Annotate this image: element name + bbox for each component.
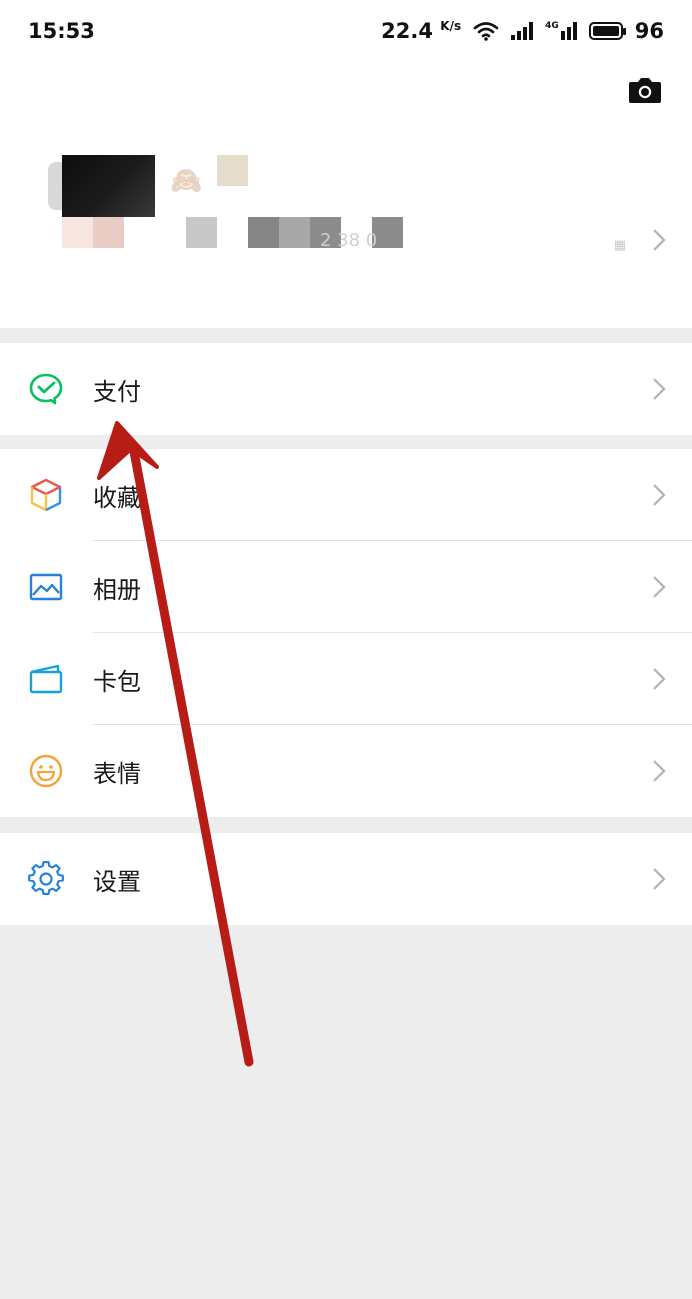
battery-icon [588,22,626,40]
emoji-icon [29,754,63,788]
status-time: 15:53 [28,19,95,43]
region-blur [62,217,93,248]
menu-item-album[interactable]: 相册 [0,541,692,633]
menu-item-card-wallet[interactable]: 卡包 [0,633,692,725]
network-speed: 22.4 K/s [381,19,462,43]
chevron-right-icon [653,668,666,690]
chevron-right-icon [653,576,666,598]
pay-group: 支付 [0,343,692,435]
qr-code-icon[interactable]: ▦ [614,238,626,253]
wx-id-blur [186,217,217,248]
avatar[interactable] [62,155,155,217]
menu-item-favorites[interactable]: 收藏 [0,449,692,541]
gear-icon [28,861,64,896]
chevron-right-icon [653,378,666,400]
card-wallet-icon [29,664,63,694]
signal-4g-icon: 4G [545,22,577,40]
camera-icon[interactable] [628,76,662,104]
features-group: 收藏 相册 卡包 表情 [0,449,692,817]
status-bar: 15:53 22.4 K/s 4G 96 [0,0,692,62]
nickname-blur [217,155,248,186]
signal-icon [511,22,534,40]
menu-item-label: 表情 [93,759,141,788]
nickname-emoji: 🙈 [170,166,203,196]
wechat-pay-icon [29,373,63,405]
network-speed-unit: K/s [440,19,462,33]
menu-item-label: 卡包 [93,667,141,696]
settings-group: 设置 [0,833,692,925]
album-icon [29,573,63,601]
favorites-cube-icon [30,478,62,512]
profile-chevron-icon [653,229,666,251]
menu-item-settings[interactable]: 设置 [0,833,692,925]
chevron-right-icon [653,484,666,506]
menu-item-label: 相册 [93,575,141,604]
menu-item-pay[interactable]: 支付 [0,343,692,435]
battery-level: 96 [634,19,664,43]
menu-item-stickers[interactable]: 表情 [0,725,692,817]
menu-item-label: 收藏 [93,483,141,512]
status-indicators: 22.4 K/s 4G 96 [381,19,664,43]
wx-id: 2 38 0 [320,230,378,251]
menu-item-label: 设置 [93,867,141,896]
wifi-icon [473,22,499,41]
profile-header[interactable]: 🙈 2 38 0 ▦ [0,62,692,328]
chevron-right-icon [653,760,666,782]
menu-item-label: 支付 [93,377,141,406]
chevron-right-icon [653,868,666,890]
